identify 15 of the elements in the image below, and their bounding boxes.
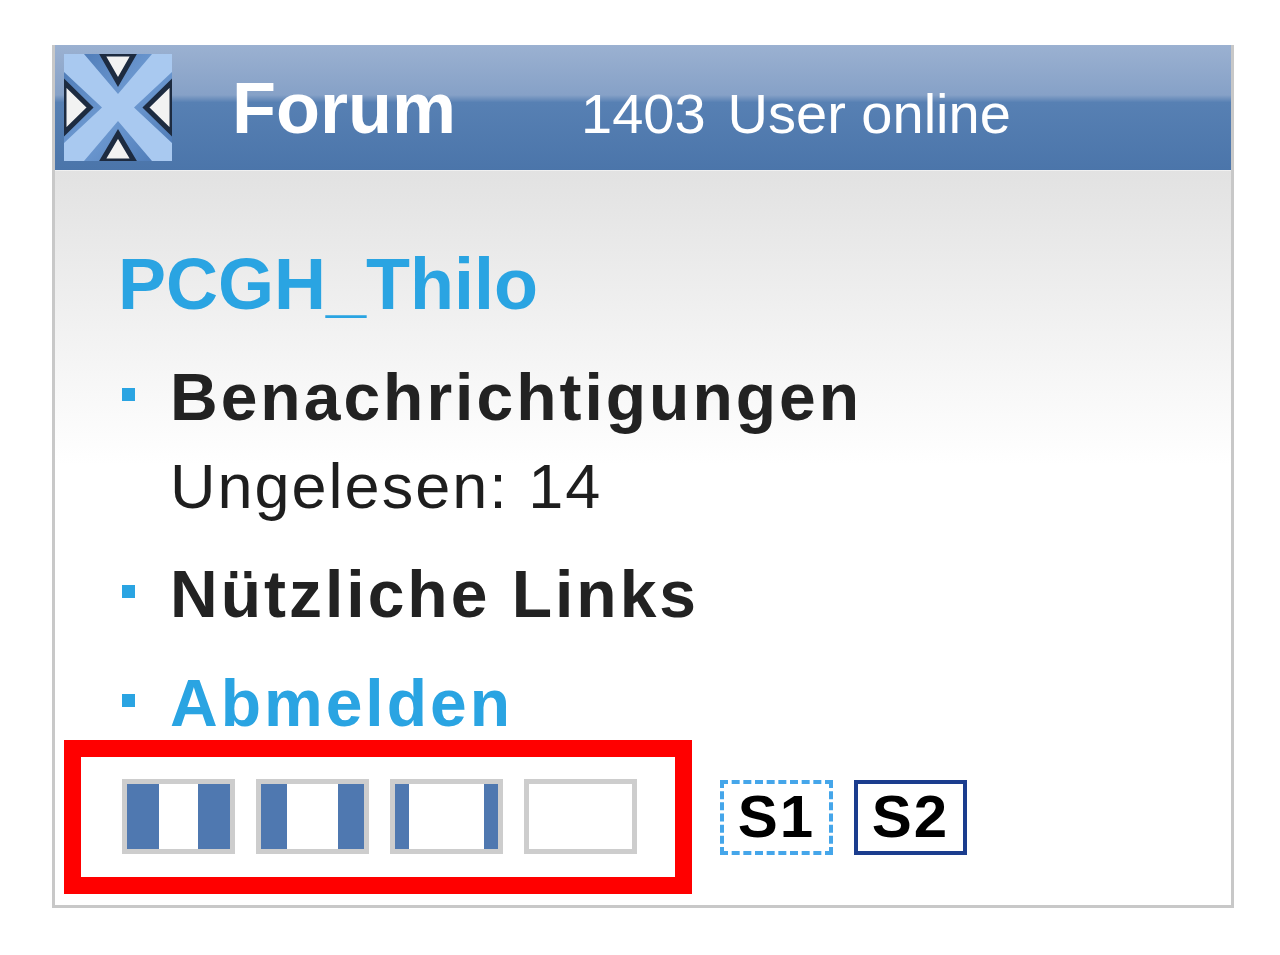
online-label: User online	[727, 85, 1011, 142]
unread-count: Ungelesen: 14	[170, 451, 604, 521]
meter-fill	[198, 784, 230, 849]
meter-fill	[338, 784, 364, 849]
menu-heading[interactable]: Nützliche Links	[170, 558, 700, 630]
bullet-icon	[122, 387, 135, 401]
slot-button[interactable]: S2	[854, 779, 967, 855]
slot-button[interactable]: S1	[720, 779, 833, 855]
logo-icon	[64, 54, 172, 161]
panel-title: Forum	[232, 71, 456, 144]
online-count: 1403	[581, 85, 706, 142]
bullet-icon	[122, 693, 135, 707]
menu-heading[interactable]: Benachrichtigungen	[170, 361, 863, 433]
meter-fill	[484, 784, 498, 849]
bullet-icon	[122, 584, 135, 598]
